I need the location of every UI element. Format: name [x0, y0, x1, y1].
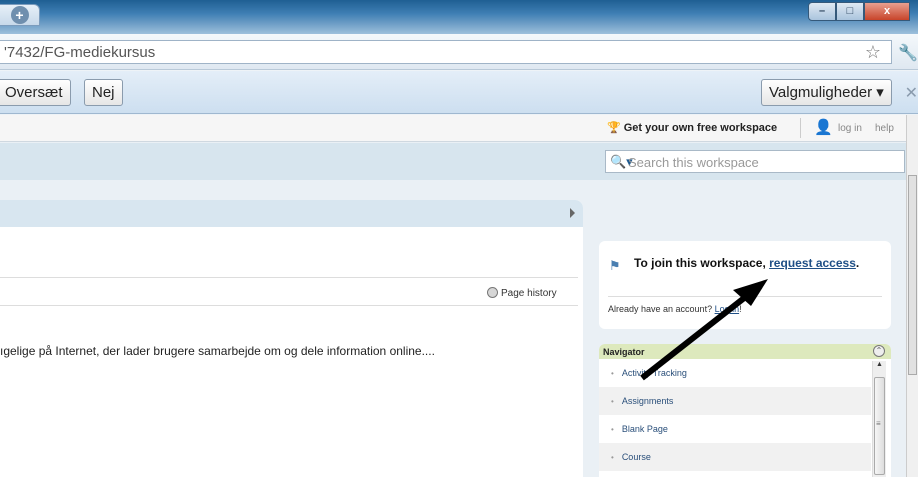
login-link[interactable]: log in — [838, 123, 862, 134]
list-item[interactable]: • Activity Tracking — [599, 359, 871, 387]
nav-item-label: Course — [621, 452, 651, 462]
translate-button[interactable]: Oversæt — [0, 79, 71, 106]
scroll-thumb[interactable]: ≡ — [874, 377, 885, 475]
plus-icon: + — [10, 6, 29, 24]
person-icon: 👤 — [814, 119, 833, 136]
log-in-link[interactable]: Log in — [715, 304, 740, 314]
join-message: To join this workspace, request access. — [634, 255, 874, 271]
list-item[interactable]: • Blank Page — [599, 415, 871, 443]
translate-bar: Oversæt Nej Valgmuligheder ▾ ✕ — [0, 71, 918, 114]
page-history-label: Page history — [501, 288, 557, 299]
page-scrollbar[interactable] — [906, 115, 918, 477]
nav-item-label: Blank Page — [621, 424, 668, 434]
scroll-up-icon[interactable]: ▲ — [873, 361, 886, 368]
trophy-icon: 🏆 — [607, 122, 621, 134]
navigator-title: Navigator — [603, 347, 645, 357]
address-bar: '7432/FG-mediekursus ☆ 🔧 — [0, 34, 918, 70]
maximize-button[interactable]: □ — [836, 2, 864, 21]
search-placeholder: Search this workspace — [628, 155, 759, 170]
nav-item-label: Activity Tracking — [621, 368, 687, 378]
no-button[interactable]: Nej — [84, 79, 123, 106]
wrench-icon[interactable]: 🔧 — [898, 43, 918, 63]
page-body-text: ıgelige på Internet, der lader brugere s… — [0, 344, 435, 358]
divider — [608, 296, 882, 297]
get-free-workspace-link[interactable]: 🏆 Get your own free workspace — [607, 121, 777, 134]
already-prefix: Already have an account? — [608, 304, 715, 314]
flag-icon: ⚑ — [609, 258, 621, 273]
search-band: 🔍▾ Search this workspace — [0, 143, 906, 180]
divider — [0, 305, 578, 306]
navigator-header: Navigator ⌃ — [599, 344, 891, 359]
new-tab-button[interactable]: + — [0, 4, 40, 26]
navigator-panel: Navigator ⌃ • Activity Tracking • Assignme… — [599, 344, 891, 477]
help-link[interactable]: help — [875, 123, 894, 134]
list-item[interactable]: • Course — [599, 443, 871, 471]
join-prefix: To join this workspace, — [634, 256, 770, 270]
collapse-icon[interactable]: ⌃ — [873, 345, 885, 357]
expand-arrow-icon[interactable] — [570, 208, 575, 218]
page-history-link[interactable]: Page history — [487, 287, 557, 299]
page-content: 🏆 Get your own free workspace 👤 log in he… — [0, 115, 918, 477]
grip-icon: ≡ — [876, 419, 881, 428]
url-field[interactable]: '7432/FG-mediekursus ☆ — [0, 40, 892, 64]
main-card: Page history ıgelige på Internet, der la… — [0, 200, 583, 477]
already-account-text: Already have an account? Log in! — [608, 304, 742, 314]
top-strip: 🏆 Get your own free workspace 👤 log in he… — [0, 115, 906, 142]
window-titlebar: + – □ x — [0, 0, 918, 34]
get-free-label: Get your own free workspace — [623, 122, 778, 134]
star-icon[interactable]: ☆ — [865, 42, 881, 63]
bullet-icon: • — [611, 453, 614, 462]
minimize-button[interactable]: – — [808, 2, 836, 21]
already-suffix: ! — [739, 304, 742, 314]
request-access-link[interactable]: request access — [769, 256, 856, 270]
join-suffix: . — [855, 256, 860, 270]
bullet-icon: • — [611, 397, 614, 406]
window-controls: – □ x — [808, 2, 910, 21]
divider — [800, 118, 801, 138]
history-icon — [487, 287, 498, 298]
bullet-icon: • — [611, 369, 614, 378]
navigator-scrollbar[interactable]: ▲ ≡ — [872, 361, 886, 477]
bullet-icon: • — [611, 425, 614, 434]
card-header — [0, 200, 583, 227]
nav-item-label: Assignments — [621, 396, 674, 406]
close-button[interactable]: x — [864, 2, 910, 21]
list-item[interactable]: • Assignments — [599, 387, 871, 415]
search-input[interactable]: 🔍▾ Search this workspace — [605, 150, 905, 173]
options-button[interactable]: Valgmuligheder ▾ — [761, 79, 892, 106]
join-workspace-panel: ⚑ To join this workspace, request access… — [599, 241, 891, 329]
divider — [0, 277, 578, 278]
url-text[interactable]: '7432/FG-mediekursus — [4, 44, 155, 61]
scroll-thumb[interactable] — [908, 175, 917, 375]
close-icon[interactable]: ✕ — [905, 83, 918, 103]
